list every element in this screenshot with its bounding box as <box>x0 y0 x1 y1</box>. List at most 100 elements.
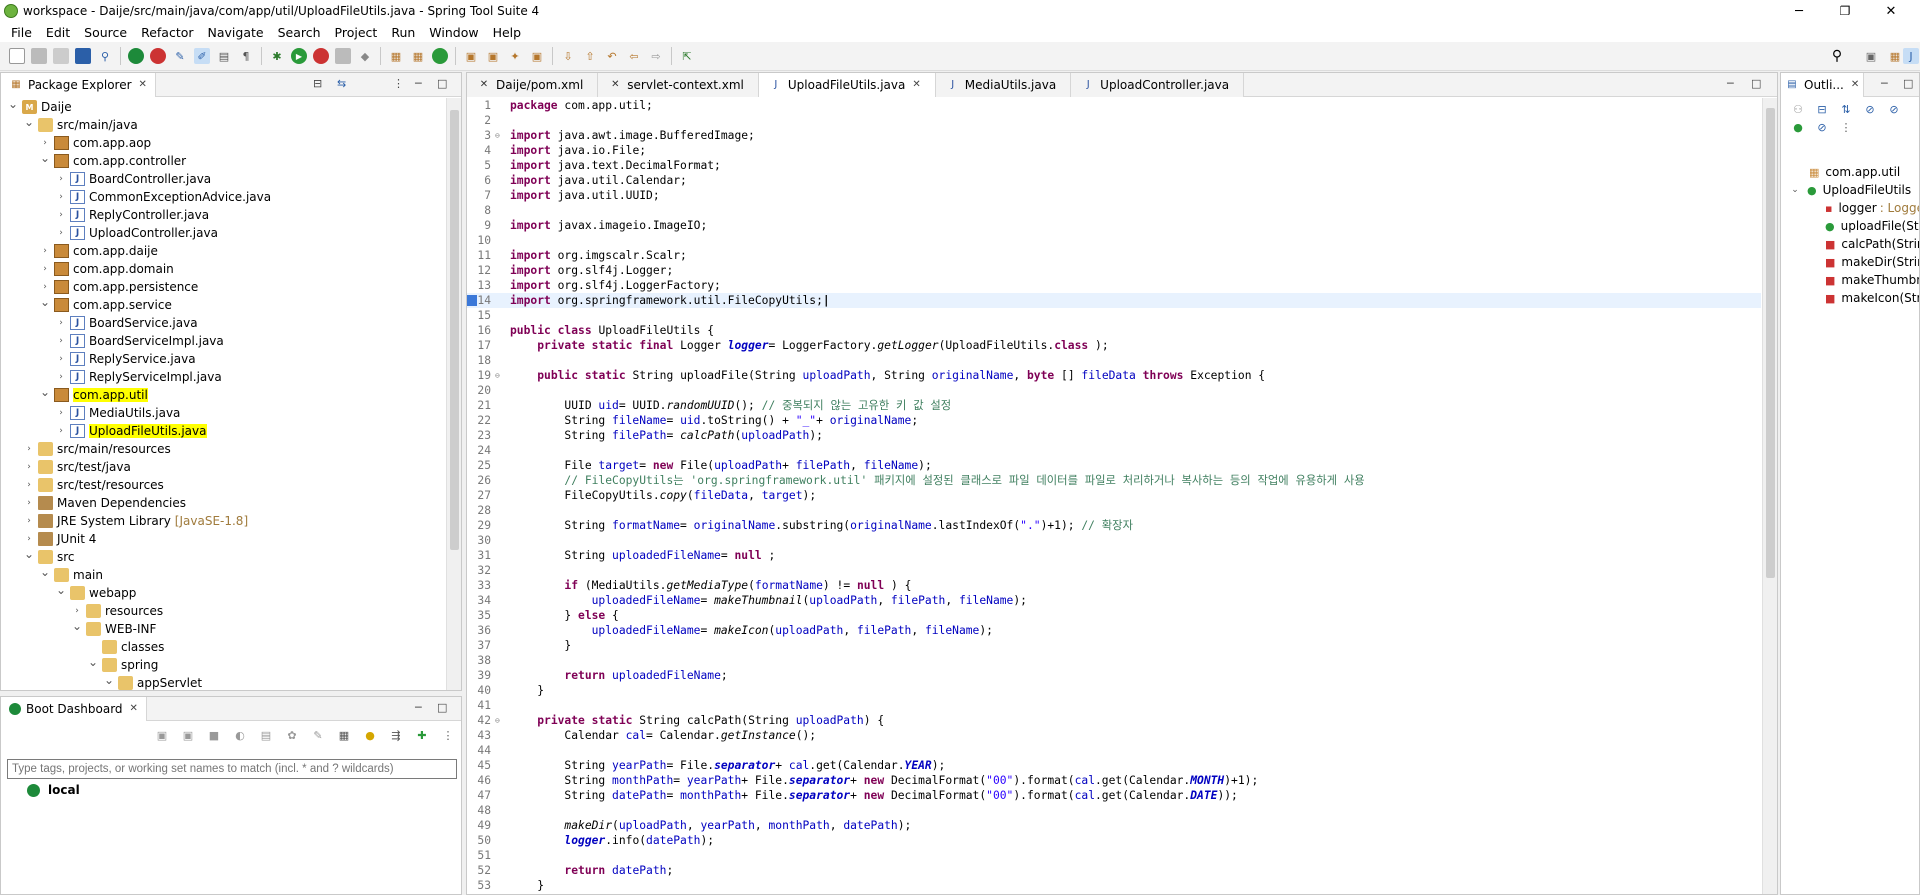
editor-tab[interactable]: J UploadFileUtils.java ✕ <box>758 72 936 97</box>
stop-icon[interactable]: ■ <box>206 727 222 743</box>
hide-fields-icon[interactable]: ⊘ <box>1862 101 1878 117</box>
chevron-right-icon[interactable]: › <box>23 515 35 527</box>
disconnect-icon[interactable]: ◆ <box>357 48 373 64</box>
chevron-right-icon[interactable]: › <box>55 317 67 329</box>
spring-perspective-icon[interactable]: J <box>1903 48 1919 64</box>
highlight-icon[interactable]: ✐ <box>194 48 210 64</box>
tree-item[interactable]: ⌄ appServlet <box>1 673 445 690</box>
chevron-right-icon[interactable]: › <box>23 479 35 491</box>
menu-refactor[interactable]: Refactor <box>134 25 200 40</box>
chevron-right-icon[interactable]: › <box>55 407 67 419</box>
tree-item[interactable]: classes <box>1 638 445 656</box>
chevron-down-icon[interactable]: ⌄ <box>87 655 99 669</box>
save-all-icon[interactable] <box>53 48 69 64</box>
chevron-right-icon[interactable]: › <box>55 353 67 365</box>
search-icon[interactable]: ⚲ <box>1829 48 1845 64</box>
package-explorer-scrollbar[interactable] <box>446 98 461 690</box>
back-icon[interactable]: ⇦ <box>626 48 642 64</box>
chevron-right-icon[interactable]: › <box>55 173 67 185</box>
chevron-right-icon[interactable]: › <box>23 497 35 509</box>
tree-item[interactable]: › JRE System Library [JavaSE-1.8] <box>1 512 445 530</box>
chevron-right-icon[interactable]: › <box>71 605 83 617</box>
minimize-view-icon[interactable]: ─ <box>1881 77 1888 90</box>
run-icon[interactable]: ▶ <box>291 48 307 64</box>
menu-search[interactable]: Search <box>271 25 328 40</box>
maximize-view-icon[interactable]: □ <box>1903 77 1913 90</box>
chevron-down-icon[interactable]: ⌄ <box>1789 184 1801 196</box>
editor-tab[interactable]: J MediaUtils.java <box>935 72 1072 97</box>
outline-item[interactable]: ■ makeDir(Strin <box>1781 253 1919 271</box>
menu-run[interactable]: Run <box>384 25 422 40</box>
minimize-view-icon[interactable]: ─ <box>415 77 422 90</box>
chevron-down-icon[interactable]: ⌄ <box>7 98 19 111</box>
tree-item[interactable]: › J BoardService.java <box>1 314 445 332</box>
tab-boot-dashboard[interactable]: Boot Dashboard ✕ <box>1 696 147 721</box>
tree-item[interactable]: ⌄ com.app.service <box>1 295 445 314</box>
chevron-right-icon[interactable]: › <box>55 227 67 239</box>
tree-item[interactable]: › J UploadFileUtils.java <box>1 422 445 440</box>
chevron-down-icon[interactable]: ⌄ <box>55 583 67 597</box>
outline-item[interactable]: ▦ com.app.util <box>1781 163 1919 181</box>
minimize-button[interactable]: ─ <box>1776 0 1822 22</box>
tree-item[interactable]: ⌄ M Daije <box>1 98 445 116</box>
tree-item[interactable]: ⌄ src/main/java <box>1 115 445 134</box>
tree-item[interactable]: › J BoardController.java <box>1 170 445 188</box>
new-java-project-icon[interactable]: ▦ <box>388 48 404 64</box>
search-icon[interactable]: ✦ <box>507 48 523 64</box>
close-window-button[interactable]: ✕ <box>1868 0 1914 22</box>
outline-item[interactable]: ■ makeIcon(Stri <box>1781 289 1919 307</box>
add-icon[interactable]: ✚ <box>414 727 430 743</box>
view-menu-icon[interactable]: ⋮ <box>1838 119 1854 135</box>
chevron-down-icon[interactable]: ⌄ <box>71 619 83 633</box>
close-icon[interactable]: ✕ <box>130 703 138 714</box>
chevron-right-icon[interactable]: › <box>39 263 51 275</box>
open-browser-icon[interactable]: ◐ <box>232 727 248 743</box>
tree-item[interactable]: › src/main/resources <box>1 440 445 458</box>
menu-navigate[interactable]: Navigate <box>201 25 271 40</box>
tree-item[interactable]: ⌄ main <box>1 565 445 584</box>
outline-item[interactable]: ● uploadFile(Str <box>1781 217 1919 235</box>
debug-icon[interactable]: ▣ <box>180 727 196 743</box>
pin-editor-icon[interactable]: ⇱ <box>679 48 695 64</box>
tree-item[interactable]: › J ReplyService.java <box>1 350 445 368</box>
maximize-view-icon[interactable]: □ <box>437 77 447 90</box>
chevron-right-icon[interactable]: › <box>39 281 51 293</box>
open-console-icon[interactable] <box>75 48 91 64</box>
menu-help[interactable]: Help <box>486 25 529 40</box>
open-console-icon[interactable]: ▤ <box>258 727 274 743</box>
new-icon[interactable] <box>9 48 25 64</box>
tree-item[interactable]: › J UploadController.java <box>1 224 445 242</box>
collapse-all-icon[interactable]: ⊟ <box>1814 101 1830 117</box>
tree-item[interactable]: › com.app.aop <box>1 134 445 152</box>
outline-item[interactable]: ⌄ ● UploadFileUtils <box>1781 181 1919 199</box>
save-icon[interactable] <box>31 48 47 64</box>
chevron-down-icon[interactable]: ⌄ <box>103 673 115 687</box>
tree-item[interactable]: › J ReplyServiceImpl.java <box>1 368 445 386</box>
outline-item[interactable]: ■ makeThumbn <box>1781 271 1919 289</box>
boot-dashboard-icon[interactable] <box>128 48 144 64</box>
tree-item[interactable]: ⌄ com.app.util <box>1 385 445 404</box>
next-annotation-icon[interactable]: ⇩ <box>560 48 576 64</box>
chevron-down-icon[interactable]: ⌄ <box>39 151 51 165</box>
link-with-editor-icon[interactable]: ⇆ <box>337 77 346 90</box>
view-menu-icon[interactable]: ⋮ <box>393 77 404 90</box>
last-edit-location-icon[interactable]: ↶ <box>604 48 620 64</box>
open-type-icon[interactable]: ▣ <box>463 48 479 64</box>
open-perspective-icon[interactable]: ▣ <box>1863 48 1879 64</box>
chevron-down-icon[interactable]: ⌄ <box>39 385 51 399</box>
editor-tab[interactable]: J UploadController.java <box>1071 72 1245 97</box>
stop-icon[interactable] <box>150 48 166 64</box>
terminate-icon[interactable] <box>335 48 351 64</box>
editor-scrollbar[interactable] <box>1762 98 1777 894</box>
show-whitespace-icon[interactable]: ¶ <box>238 48 254 64</box>
editor-tab[interactable]: ✕ servlet-context.xml <box>598 72 759 97</box>
external-tools-icon[interactable] <box>313 48 329 64</box>
chevron-down-icon[interactable]: ⌄ <box>39 565 51 579</box>
tree-item[interactable]: › src/test/java <box>1 458 445 476</box>
chevron-right-icon[interactable]: › <box>39 137 51 149</box>
filter-icon[interactable]: ⇶ <box>388 727 404 743</box>
restore-button[interactable]: ❐ <box>1822 0 1868 22</box>
new-class-icon[interactable] <box>432 48 448 64</box>
chevron-down-icon[interactable]: ⌄ <box>39 295 51 309</box>
tree-item[interactable]: › com.app.domain <box>1 260 445 278</box>
